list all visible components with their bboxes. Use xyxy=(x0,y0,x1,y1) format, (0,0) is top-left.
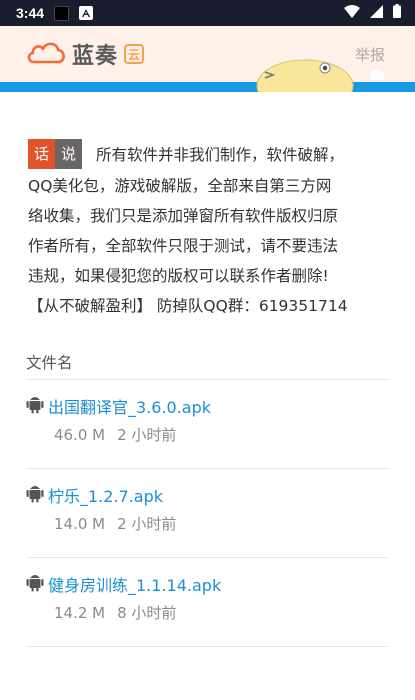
file-size: 14.2 M xyxy=(54,603,106,622)
file-meta: 14.0 M 2 小时前 xyxy=(26,513,389,534)
file-time: 8 小时前 xyxy=(117,603,177,622)
cartoon-decoration-icon xyxy=(255,56,355,92)
file-name-link[interactable]: 健身房训练_1.1.14.apk xyxy=(48,572,221,596)
file-size: 46.0 M xyxy=(54,425,106,444)
file-meta: 14.2 M 8 小时前 xyxy=(26,602,389,623)
signal-icon xyxy=(370,4,383,22)
notice-line-1: 所有软件并非我们制作，软件破解， xyxy=(96,146,345,164)
file-list-header: 文件名 xyxy=(26,351,389,380)
notice-text: 话说 所有软件并非我们制作，软件破解， QQ美化包，游戏破解版，全部来自第三方网… xyxy=(28,138,389,321)
notice-line-3: 络收集，我们只是添加弹窗所有软件版权归原 xyxy=(28,206,339,225)
file-list: 文件名 出国翻译官_3.6.0.apk 46.0 M 2 小时前 柠乐_1.2.7… xyxy=(0,321,415,647)
notice-tag-left: 话 xyxy=(28,138,56,169)
notice-line-5: 违规，如果侵犯您的版权可以联系作者删除! xyxy=(28,266,329,285)
file-item[interactable]: 柠乐_1.2.7.apk 14.0 M 2 小时前 xyxy=(26,469,389,558)
file-name-link[interactable]: 出国翻译官_3.6.0.apk xyxy=(48,394,211,418)
banner-strip xyxy=(0,59,415,92)
file-item[interactable]: 出国翻译官_3.6.0.apk 46.0 M 2 小时前 xyxy=(26,380,389,469)
banner-ornament xyxy=(370,70,384,80)
status-bar: 3:44 xyxy=(0,0,415,26)
notice-tag: 话说 xyxy=(28,138,83,169)
report-link[interactable]: 举报 xyxy=(355,44,385,65)
notice-tag-right: 说 xyxy=(55,138,83,169)
notice-section: 话说 所有软件并非我们制作，软件破解， QQ美化包，游戏破解版，全部来自第三方网… xyxy=(0,92,415,321)
logo-badge: 云 xyxy=(124,44,145,64)
notice-line-2: QQ美化包，游戏破解版，全部来自第三方网 xyxy=(28,176,332,195)
file-item[interactable]: 健身房训练_1.1.14.apk 14.2 M 8 小时前 xyxy=(26,558,389,647)
notice-line-4: 作者所有，全部软件只限于测试，请不要违法 xyxy=(28,236,339,255)
notification-square-icon xyxy=(54,5,70,21)
file-time: 2 小时前 xyxy=(117,514,177,533)
android-icon xyxy=(26,483,44,507)
notice-line-6: 【从不破解盈利】 防掉队QQ群：619351714 xyxy=(28,296,348,315)
android-icon xyxy=(26,394,44,418)
file-size: 14.0 M xyxy=(54,514,106,533)
file-meta: 46.0 M 2 小时前 xyxy=(26,424,389,445)
logo-text: 蓝奏 xyxy=(72,44,119,69)
site-logo[interactable]: 蓝奏 云 xyxy=(26,38,145,70)
file-time: 2 小时前 xyxy=(117,425,177,444)
cloud-logo-icon xyxy=(26,40,66,68)
file-name-link[interactable]: 柠乐_1.2.7.apk xyxy=(48,483,163,507)
a-badge-icon xyxy=(79,6,94,20)
status-time: 3:44 xyxy=(16,5,45,21)
android-icon xyxy=(26,572,44,596)
battery-icon xyxy=(393,4,401,22)
wifi-icon xyxy=(344,4,360,22)
